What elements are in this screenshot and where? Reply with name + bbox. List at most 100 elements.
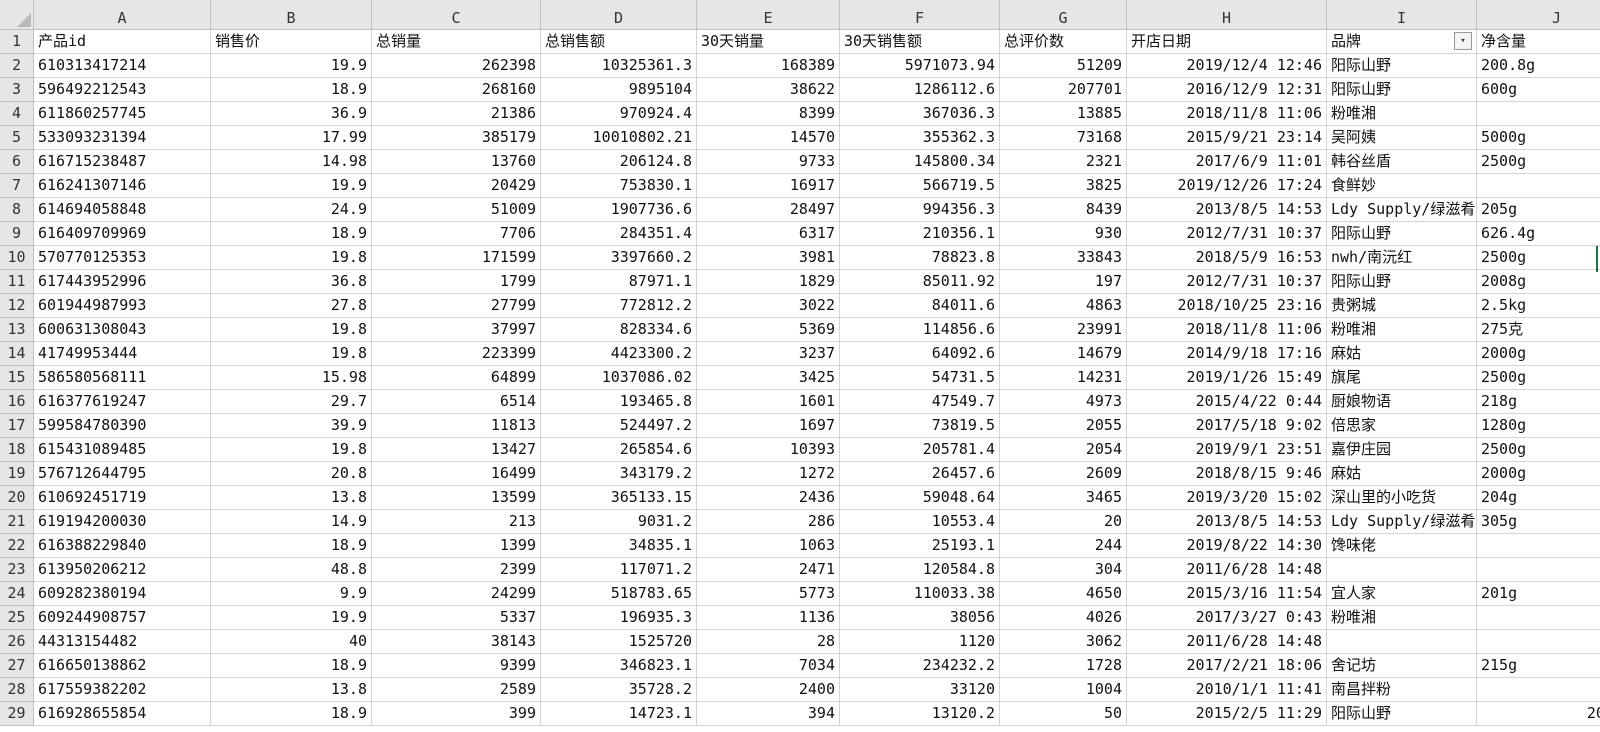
cell-a[interactable]: 614694058848	[34, 198, 211, 222]
cell-g[interactable]: 14231	[1000, 366, 1127, 390]
row-number[interactable]: 24	[0, 582, 34, 606]
cell-j[interactable]: 215g	[1477, 654, 1600, 678]
cell-h[interactable]: 2017/3/27 0:43	[1127, 606, 1327, 630]
cell-e[interactable]: 7034	[697, 654, 840, 678]
row-number[interactable]: 25	[0, 606, 34, 630]
cell-e[interactable]: 28497	[697, 198, 840, 222]
row-number[interactable]: 2	[0, 54, 34, 78]
cell-j[interactable]: 2500g	[1477, 246, 1600, 270]
row-number[interactable]: 28	[0, 678, 34, 702]
cell-j[interactable]: 275	[1477, 102, 1600, 126]
cell-j[interactable]: 200.8g	[1477, 54, 1600, 78]
cell-e[interactable]: 2400	[697, 678, 840, 702]
cell-e[interactable]: 3237	[697, 342, 840, 366]
cell-i[interactable]: 食鲜妙	[1327, 174, 1477, 198]
cell-c[interactable]: 13599	[372, 486, 541, 510]
field-title-i[interactable]: 品牌 ▾	[1327, 30, 1477, 54]
cell-a[interactable]: 44313154482	[34, 630, 211, 654]
cell-h[interactable]: 2018/5/9 16:53	[1127, 246, 1327, 270]
cell-d[interactable]: 14723.1	[541, 702, 697, 726]
cell-j[interactable]	[1477, 558, 1600, 582]
cell-j[interactable]: 2500g	[1477, 150, 1600, 174]
cell-e[interactable]: 14570	[697, 126, 840, 150]
cell-d[interactable]: 828334.6	[541, 318, 697, 342]
cell-a[interactable]: 601944987993	[34, 294, 211, 318]
cell-c[interactable]: 6514	[372, 390, 541, 414]
cell-a[interactable]: 617559382202	[34, 678, 211, 702]
cell-h[interactable]: 2015/9/21 23:14	[1127, 126, 1327, 150]
cell-j[interactable]: 626.4g	[1477, 222, 1600, 246]
cell-b[interactable]: 15.98	[211, 366, 372, 390]
cell-f[interactable]: 33120	[840, 678, 1000, 702]
cell-i[interactable]	[1327, 558, 1477, 582]
cell-e[interactable]: 1697	[697, 414, 840, 438]
cell-h[interactable]: 2012/7/31 10:37	[1127, 222, 1327, 246]
cell-d[interactable]: 10325361.3	[541, 54, 697, 78]
cell-d[interactable]: 34835.1	[541, 534, 697, 558]
cell-g[interactable]: 20	[1000, 510, 1127, 534]
cell-i[interactable]: 阳际山野	[1327, 270, 1477, 294]
cell-h[interactable]: 2018/8/15 9:46	[1127, 462, 1327, 486]
cell-i[interactable]: 粉唯湘	[1327, 318, 1477, 342]
cell-e[interactable]: 28	[697, 630, 840, 654]
cell-i[interactable]: nwh/南沅红	[1327, 246, 1477, 270]
cell-e[interactable]: 6317	[697, 222, 840, 246]
cell-a[interactable]: 609244908757	[34, 606, 211, 630]
cell-h[interactable]: 2013/8/5 14:53	[1127, 510, 1327, 534]
cell-h[interactable]: 2019/3/20 15:02	[1127, 486, 1327, 510]
cell-a[interactable]: 616928655854	[34, 702, 211, 726]
cell-c[interactable]: 9399	[372, 654, 541, 678]
cell-a[interactable]: 596492212543	[34, 78, 211, 102]
cell-j[interactable]: 2008g	[1477, 270, 1600, 294]
cell-c[interactable]: 24299	[372, 582, 541, 606]
field-title-j[interactable]: 净含量	[1477, 30, 1600, 54]
cell-g[interactable]: 13885	[1000, 102, 1127, 126]
cell-e[interactable]: 1272	[697, 462, 840, 486]
cell-h[interactable]: 2019/9/1 23:51	[1127, 438, 1327, 462]
cell-g[interactable]: 23991	[1000, 318, 1127, 342]
cell-d[interactable]: 284351.4	[541, 222, 697, 246]
cell-g[interactable]: 304	[1000, 558, 1127, 582]
cell-e[interactable]: 2471	[697, 558, 840, 582]
cell-e[interactable]: 1136	[697, 606, 840, 630]
cell-h[interactable]: 2019/1/26 15:49	[1127, 366, 1327, 390]
cell-c[interactable]: 262398	[372, 54, 541, 78]
cell-d[interactable]: 970924.4	[541, 102, 697, 126]
row-number[interactable]: 16	[0, 390, 34, 414]
cell-c[interactable]: 385179	[372, 126, 541, 150]
cell-g[interactable]: 4973	[1000, 390, 1127, 414]
field-title-d[interactable]: 总销售额	[541, 30, 697, 54]
cell-b[interactable]: 14.98	[211, 150, 372, 174]
cell-d[interactable]: 117071.2	[541, 558, 697, 582]
cell-d[interactable]: 3397660.2	[541, 246, 697, 270]
cell-i[interactable]: 深山里的小吃货	[1327, 486, 1477, 510]
cell-b[interactable]: 40	[211, 630, 372, 654]
cell-g[interactable]: 3825	[1000, 174, 1127, 198]
cell-h[interactable]: 2015/4/22 0:44	[1127, 390, 1327, 414]
cell-b[interactable]: 13.8	[211, 486, 372, 510]
row-number[interactable]: 21	[0, 510, 34, 534]
column-header-b[interactable]: B	[211, 0, 372, 30]
cell-d[interactable]: 343179.2	[541, 462, 697, 486]
cell-b[interactable]: 39.9	[211, 414, 372, 438]
cell-i[interactable]: 舍记坊	[1327, 654, 1477, 678]
cell-i[interactable]: 宜人家	[1327, 582, 1477, 606]
cell-a[interactable]: 616377619247	[34, 390, 211, 414]
cell-j[interactable]: 2500g	[1477, 438, 1600, 462]
cell-f[interactable]: 59048.64	[840, 486, 1000, 510]
cell-g[interactable]: 930	[1000, 222, 1127, 246]
cell-h[interactable]: 2016/12/9 12:31	[1127, 78, 1327, 102]
cell-b[interactable]: 18.9	[211, 78, 372, 102]
cell-c[interactable]: 2399	[372, 558, 541, 582]
cell-b[interactable]: 27.8	[211, 294, 372, 318]
cell-j[interactable]: 218g	[1477, 390, 1600, 414]
cell-c[interactable]: 7706	[372, 222, 541, 246]
cell-a[interactable]: 616388229840	[34, 534, 211, 558]
cell-f[interactable]: 1120	[840, 630, 1000, 654]
cell-b[interactable]: 29.7	[211, 390, 372, 414]
cell-c[interactable]: 5337	[372, 606, 541, 630]
cell-j[interactable]: 204g	[1477, 486, 1600, 510]
cell-a[interactable]: 570770125353	[34, 246, 211, 270]
cell-c[interactable]: 38143	[372, 630, 541, 654]
cell-c[interactable]: 13760	[372, 150, 541, 174]
